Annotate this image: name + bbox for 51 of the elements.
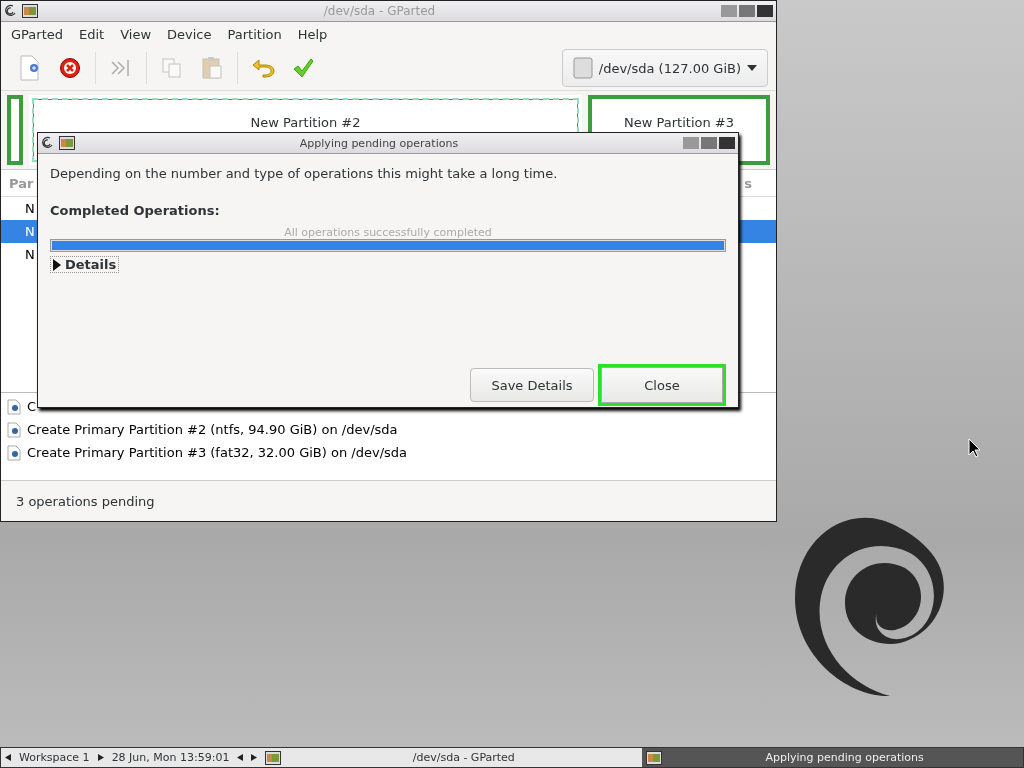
arrow-to-bar-icon	[110, 57, 132, 79]
menu-item[interactable]: Edit	[71, 26, 113, 42]
app-icon	[265, 750, 282, 765]
new-document-icon	[7, 421, 21, 438]
dialog-button[interactable]: Save Details	[470, 368, 594, 402]
column-header: Par	[9, 175, 34, 191]
app-icon	[22, 4, 38, 18]
copy-icon	[161, 57, 183, 79]
left-arrow-icon[interactable]	[5, 754, 11, 761]
dialog-title: Applying pending operations	[298, 136, 460, 150]
details-expander[interactable]: Details	[50, 256, 120, 273]
partition-label: New Partition #2	[250, 115, 361, 131]
app-icon	[59, 136, 75, 150]
workspace-label[interactable]: Workspace 1	[15, 751, 94, 764]
partition-block[interactable]	[7, 95, 23, 165]
spiral-icon	[4, 4, 18, 18]
right-arrow-icon[interactable]	[251, 754, 258, 761]
checkmark-icon	[292, 57, 314, 79]
expander-arrow-icon	[53, 258, 61, 271]
delete-icon	[59, 57, 81, 79]
menu-item[interactable]: GParted	[3, 26, 71, 42]
dialog-button[interactable]: Close	[598, 364, 726, 406]
operation-text: Create Primary Partition #2 (ntfs, 94.90 GiB) on /dev/sda	[27, 422, 398, 437]
clipboard-icon	[201, 56, 223, 80]
window-title: /dev/sda - GParted	[322, 4, 437, 18]
partition-label: New Partition #3	[624, 115, 734, 131]
right-arrow-icon[interactable]	[97, 754, 104, 761]
clock-text: 28 Jun, Mon 13:59:01	[110, 751, 231, 764]
progress-text: All operations successfully completed	[284, 226, 492, 239]
spiral-icon	[41, 136, 55, 150]
operation-text: Create Primary Partition #3 (fat32, 32.00 GiB) on /dev/sda	[27, 445, 407, 460]
new-document-icon	[7, 444, 21, 461]
menu-item[interactable]: Partition	[219, 26, 290, 42]
operation-text: C	[27, 399, 37, 414]
new-document-icon	[19, 55, 41, 81]
section-label: Completed Operations:	[50, 203, 221, 218]
device-dropdown[interactable]: /dev/sda (127.00 GiB)	[561, 49, 768, 87]
undo-arrow-icon	[251, 58, 275, 78]
mouse-pointer-icon	[968, 438, 980, 458]
column-header: s	[744, 175, 752, 191]
app-icon	[646, 750, 663, 765]
status-text: 3 operations pending	[16, 493, 155, 509]
left-arrow-icon[interactable]	[237, 754, 244, 761]
taskbar-window-button[interactable]: Applying pending operations	[642, 748, 1023, 767]
new-document-icon	[7, 398, 21, 415]
menu-item[interactable]: Device	[159, 26, 220, 42]
dialog-message: Depending on the number and type of operations this might take a long time.	[50, 166, 559, 181]
menu-item[interactable]: Help	[289, 26, 336, 42]
menu-item[interactable]: View	[112, 26, 160, 42]
taskbar-window-button[interactable]: /dev/sda - GParted	[261, 748, 643, 767]
caret-icon	[747, 65, 757, 71]
